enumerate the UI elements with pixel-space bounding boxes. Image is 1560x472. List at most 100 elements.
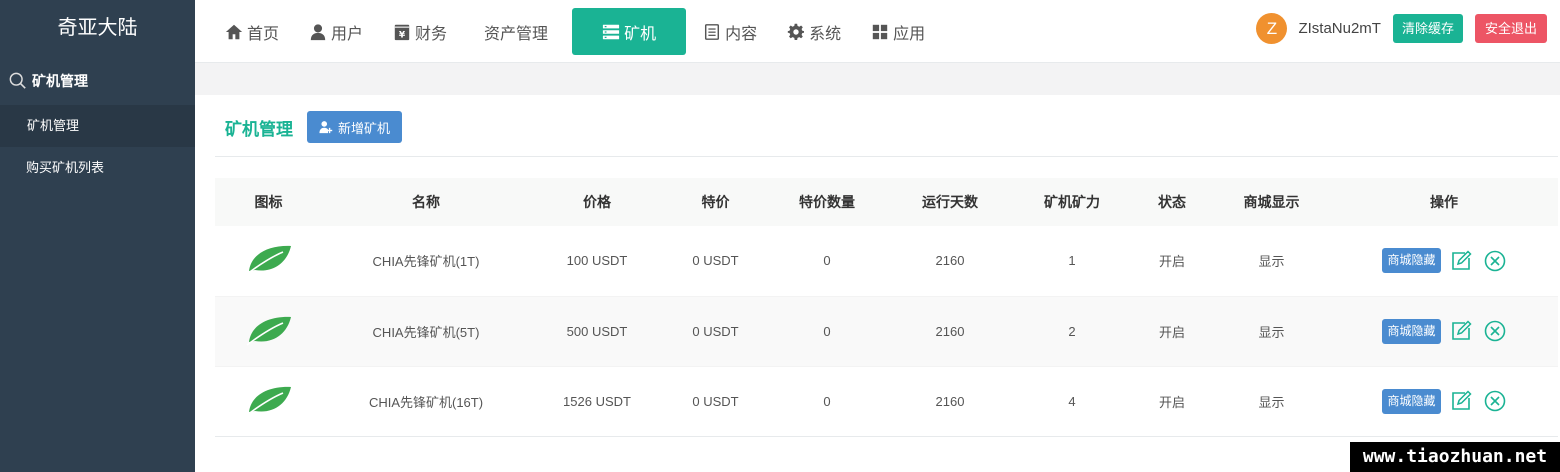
power-cell: 4 — [1068, 393, 1076, 409]
nav-item-miner[interactable]: 矿机 — [572, 8, 687, 55]
table-row: CHIA先锋矿机(16T) 1526 USDT 0 USDT 0 2160 4 … — [215, 366, 1558, 436]
delete-icon[interactable] — [1484, 320, 1506, 342]
watermark: www.tiaozhuan.net — [1350, 442, 1560, 472]
nav-item-label: 内容 — [725, 25, 758, 43]
nav-item-content[interactable]: 内容 — [690, 8, 770, 55]
power-cell: 2 — [1068, 323, 1076, 339]
nav-item-label: 系统 — [809, 25, 842, 43]
sidebar-group-miner[interactable]: 矿机管理 — [0, 57, 195, 105]
actions-cell: 商城隐藏 — [1330, 226, 1558, 296]
special-price-cell: 0 USDT — [692, 253, 739, 269]
nav-item-assets[interactable]: 资产管理 — [464, 8, 568, 55]
user-icon — [310, 23, 326, 40]
special-qty-cell: 0 — [823, 253, 831, 269]
nav-item-apps[interactable]: 应用 — [858, 8, 938, 55]
shop-hide-button[interactable]: 商城隐藏 — [1382, 388, 1441, 414]
shop-hide-button[interactable]: 商城隐藏 — [1382, 248, 1441, 274]
leaf-icon — [246, 386, 291, 416]
add-user-icon — [319, 121, 333, 134]
document-icon — [705, 23, 720, 40]
icon-cell — [215, 226, 322, 296]
days-cell: 2160 — [935, 323, 965, 339]
nav-item-label: 用户 — [331, 25, 364, 43]
grid-icon — [872, 24, 888, 39]
column-header: 操作 — [1430, 194, 1458, 210]
add-miner-label: 新增矿机 — [338, 120, 391, 136]
name-cell: CHIA先锋矿机(16T) — [368, 394, 484, 410]
nav-item-label: 矿机 — [624, 25, 657, 43]
sidebar-item-miner-management[interactable]: 矿机管理 — [0, 105, 195, 147]
shop-hide-button[interactable]: 商城隐藏 — [1382, 318, 1441, 344]
nav-item-label: 应用 — [893, 25, 926, 43]
search-icon — [9, 72, 26, 89]
column-header: 特价数量 — [799, 194, 855, 210]
price-cell: 500 USDT — [566, 323, 628, 339]
edit-icon[interactable] — [1450, 390, 1472, 412]
top-navbar: 首页 用户 ¥ 财务 资产管理 矿机 内容 系统 应用 Z ZIstaNu2mT… — [195, 0, 1560, 63]
column-header: 运行天数 — [922, 194, 978, 210]
column-header: 特价 — [701, 194, 730, 210]
leaf-icon — [246, 316, 291, 346]
status-cell: 开启 — [1158, 324, 1185, 340]
shop-display-cell: 显示 — [1258, 254, 1285, 270]
avatar[interactable]: Z — [1256, 13, 1288, 44]
sidebar-group-label: 矿机管理 — [32, 73, 88, 89]
edit-icon[interactable] — [1450, 320, 1472, 342]
main-content: 矿机管理 新增矿机 图标 名称 价格 特价 特价数量 运行天数 矿机矿力 状态 … — [195, 95, 1560, 472]
actions-cell: 商城隐藏 — [1330, 366, 1558, 436]
home-icon — [225, 24, 243, 39]
special-price-cell: 0 USDT — [692, 393, 739, 409]
price-cell: 1526 USDT — [563, 393, 631, 409]
nav-item-user[interactable]: 用户 — [296, 8, 376, 55]
server-icon — [602, 24, 620, 39]
status-cell: 开启 — [1158, 394, 1185, 410]
column-header: 矿机矿力 — [1044, 194, 1100, 210]
add-miner-button[interactable]: 新增矿机 — [307, 111, 403, 143]
power-cell: 1 — [1068, 253, 1076, 269]
column-header: 名称 — [412, 194, 440, 210]
column-header: 商城显示 — [1243, 194, 1300, 210]
user-area: Z ZIstaNu2mT 清除缓存 安全退出 — [1256, 13, 1547, 44]
special-price-cell: 0 USDT — [692, 323, 739, 339]
logout-button[interactable]: 安全退出 — [1474, 14, 1547, 43]
svg-text:¥: ¥ — [399, 30, 406, 40]
nav-item-label: 资产管理 — [484, 25, 549, 43]
price-cell: 100 USDT — [566, 253, 628, 269]
divider — [215, 156, 1558, 157]
miner-table: 图标 名称 价格 特价 特价数量 运行天数 矿机矿力 状态 商城显示 操作 CH… — [215, 178, 1558, 437]
icon-cell — [215, 366, 322, 436]
nav-item-finance[interactable]: ¥ 财务 — [380, 8, 460, 55]
leaf-icon — [246, 246, 291, 275]
column-header: 状态 — [1158, 194, 1186, 210]
days-cell: 2160 — [935, 253, 965, 269]
shop-display-cell: 显示 — [1258, 394, 1285, 410]
icon-cell — [215, 296, 322, 366]
clear-cache-button[interactable]: 清除缓存 — [1392, 14, 1463, 43]
actions-cell: 商城隐藏 — [1330, 296, 1558, 366]
sidebar-item-purchase-list[interactable]: 购买矿机列表 — [0, 147, 195, 189]
nav-item-label: 财务 — [415, 25, 448, 43]
special-qty-cell: 0 — [823, 323, 831, 339]
status-cell: 开启 — [1158, 254, 1185, 270]
username[interactable]: ZIstaNu2mT — [1298, 20, 1381, 37]
page-title: 矿机管理 — [225, 119, 293, 139]
gear-icon — [787, 23, 805, 40]
shop-display-cell: 显示 — [1258, 324, 1285, 340]
table-header-row: 图标 名称 价格 特价 特价数量 运行天数 矿机矿力 状态 商城显示 操作 — [215, 178, 1558, 226]
nav-item-system[interactable]: 系统 — [774, 8, 854, 55]
name-cell: CHIA先锋矿机(5T) — [372, 324, 480, 340]
table-row: CHIA先锋矿机(1T) 100 USDT 0 USDT 0 2160 1 开启… — [215, 226, 1558, 296]
name-cell: CHIA先锋矿机(1T) — [372, 254, 480, 270]
delete-icon[interactable] — [1484, 390, 1506, 412]
delete-icon[interactable] — [1484, 250, 1506, 272]
column-header: 价格 — [583, 194, 611, 210]
brand-title: 奇亚大陆 — [57, 17, 138, 39]
days-cell: 2160 — [935, 393, 965, 409]
nav-item-home[interactable]: 首页 — [212, 8, 292, 55]
table-row: CHIA先锋矿机(5T) 500 USDT 0 USDT 0 2160 2 开启… — [215, 296, 1558, 366]
special-qty-cell: 0 — [823, 393, 831, 409]
page-header: 矿机管理 新增矿机 — [225, 111, 403, 143]
edit-icon[interactable] — [1450, 250, 1472, 272]
nav-item-label: 首页 — [247, 25, 280, 43]
finance-icon: ¥ — [394, 24, 410, 40]
